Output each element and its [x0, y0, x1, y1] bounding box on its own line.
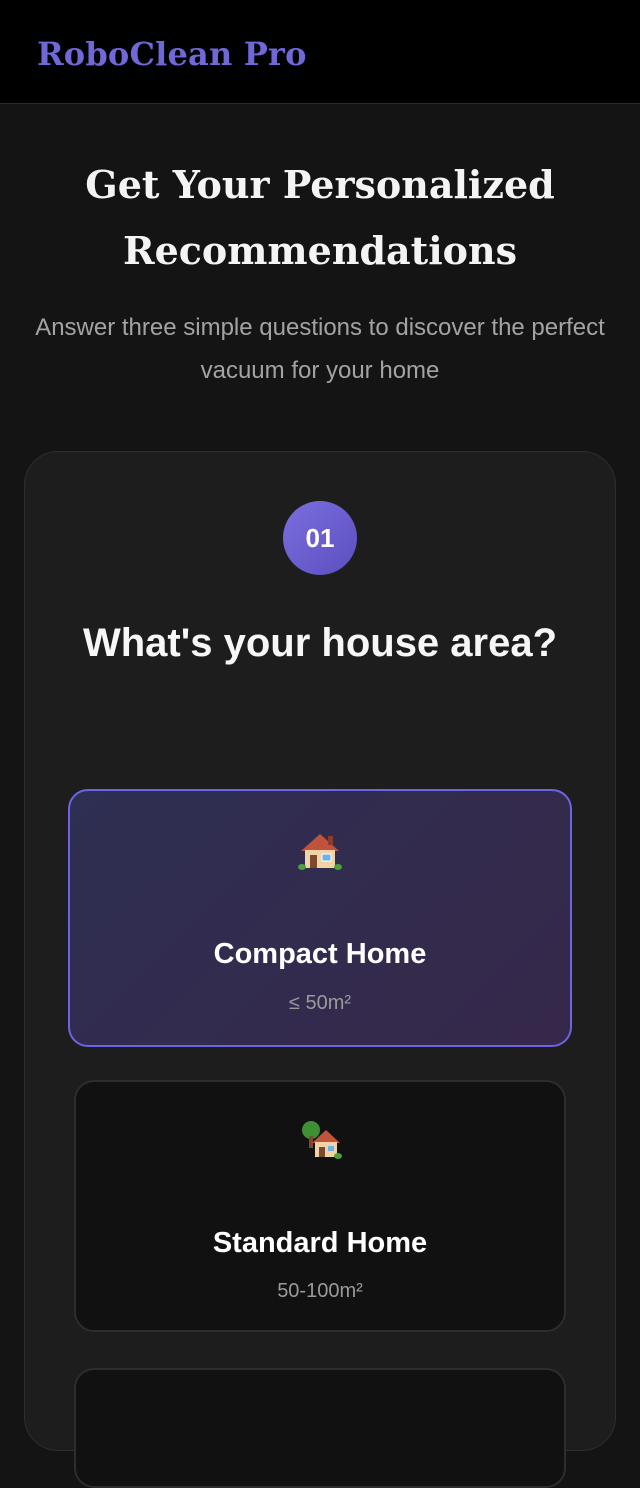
question-heading: What's your house area? [82, 621, 558, 665]
option-area-range: 50-100m² [277, 1280, 363, 1302]
page-subtitle: Answer three simple questions to discove… [35, 314, 605, 384]
option-title: Standard Home [212, 1227, 428, 1259]
top-navigation-bar: RoboClean Pro [0, 0, 640, 104]
option-standard-home[interactable]: Standard Home 50-100m² [74, 1080, 566, 1332]
step-number-badge: 01 [283, 501, 357, 575]
house-icon [70, 831, 570, 881]
brand-logo-text[interactable]: RoboClean Pro [37, 30, 307, 78]
option-compact-home[interactable]: Compact Home ≤ 50m² [68, 789, 572, 1047]
option-title: Compact Home [213, 938, 427, 970]
house-with-garden-icon [76, 1120, 564, 1170]
option-next-partial[interactable] [74, 1368, 566, 1488]
page-title: Get Your Personalized Recommendations [85, 162, 555, 273]
option-area-range: ≤ 50m² [288, 992, 352, 1014]
